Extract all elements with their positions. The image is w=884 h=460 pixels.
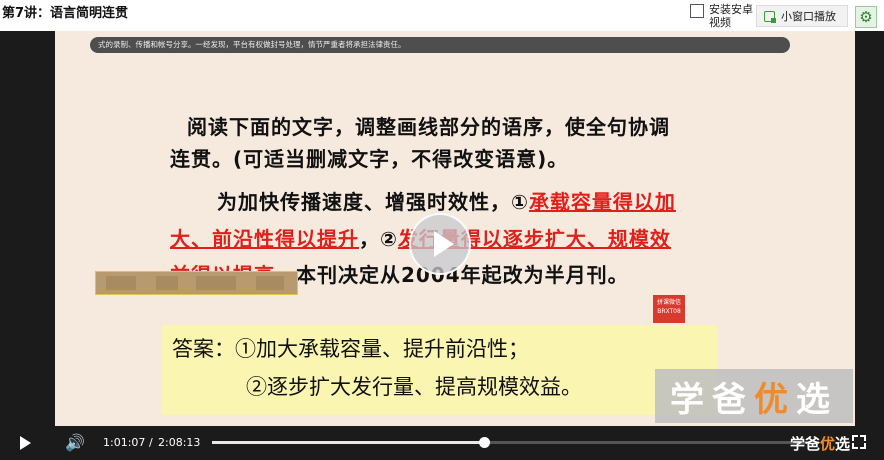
blur-block xyxy=(256,276,284,290)
sentence-text: 为加快传播速度、增强时效性，① xyxy=(217,190,529,214)
install-label: 安装安卓视频 xyxy=(709,3,753,29)
current-time: 1:01:07 xyxy=(103,436,146,449)
volume-icon[interactable]: 🔊 xyxy=(65,433,85,452)
question-line-2: 连贯。(可适当删减文字，不得改变语意)。 xyxy=(170,147,569,171)
control-watermark-tail: 选 xyxy=(835,435,851,453)
underlined-phrase: 大、前沿性得以提升 xyxy=(170,227,359,251)
copyright-banner: 式的录制、传播和帐号分享。一经发现，平台有权做封号处理，情节严重者将承担法律责任… xyxy=(90,37,790,53)
blur-block xyxy=(196,276,236,290)
video-player[interactable]: 式的录制、传播和帐号分享。一经发现，平台有权做封号处理，情节严重者将承担法律责任… xyxy=(0,31,884,460)
answer-line-2: ②逐步扩大发行量、提高规模效益。 xyxy=(246,375,582,399)
settings-button[interactable]: ⚙ xyxy=(855,6,877,28)
answer-line-1: 答案：①加大承载容量、提升前沿性； xyxy=(172,337,529,361)
page-title: 第7讲：语言简明连贯 xyxy=(2,6,129,21)
progress-fill xyxy=(212,441,484,444)
progress-handle[interactable] xyxy=(478,437,490,448)
watermark-logo: 学爸优选 xyxy=(655,369,853,423)
picture-in-picture-icon xyxy=(764,10,776,23)
watermark-tail: 选 xyxy=(796,379,838,420)
gear-icon: ⚙ xyxy=(859,8,873,26)
red-seal-stamp: 拼课微信 BRXT08 xyxy=(653,295,685,323)
player-controls: 🔊 1:01:07 / 2:08:13 学爸优选 xyxy=(0,426,884,460)
answer-box: 答案：①加大承载容量、提升前沿性； ②逐步扩大发行量、提高规模效益。 xyxy=(162,325,717,415)
mini-window-label: 小窗口播放 xyxy=(781,10,836,23)
sentence-text: ，② xyxy=(359,227,398,251)
control-watermark-accent: 优 xyxy=(820,435,836,453)
time-separator: / xyxy=(149,436,153,449)
mini-window-button[interactable]: 小窗口播放 xyxy=(756,5,848,27)
play-icon[interactable] xyxy=(20,436,31,450)
install-app-option[interactable]: 安装安卓视频 xyxy=(690,3,753,29)
center-play-button[interactable] xyxy=(409,213,471,275)
total-time: 2:08:13 xyxy=(158,436,201,449)
watermark-text: 学爸 xyxy=(670,379,754,420)
blurred-overlay xyxy=(95,271,298,295)
top-bar: 第7讲：语言简明连贯 安装安卓视频 小窗口播放 ⚙ xyxy=(0,0,884,31)
underlined-phrase: 承载容量得以加 xyxy=(528,190,676,214)
progress-bar[interactable] xyxy=(212,437,807,448)
control-watermark: 学爸优选 xyxy=(790,433,850,454)
control-watermark-text: 学爸 xyxy=(790,435,821,453)
blur-block xyxy=(106,276,136,290)
blur-block xyxy=(156,276,178,290)
install-checkbox[interactable] xyxy=(690,4,704,18)
question-line-1: 阅读下面的文字，调整画线部分的语序，使全句协调 xyxy=(187,115,670,139)
fullscreen-icon[interactable] xyxy=(852,435,866,449)
sentence-line-1: 为加快传播速度、增强时效性，①承载容量得以加 xyxy=(217,186,676,215)
watermark-accent: 优 xyxy=(754,379,796,420)
